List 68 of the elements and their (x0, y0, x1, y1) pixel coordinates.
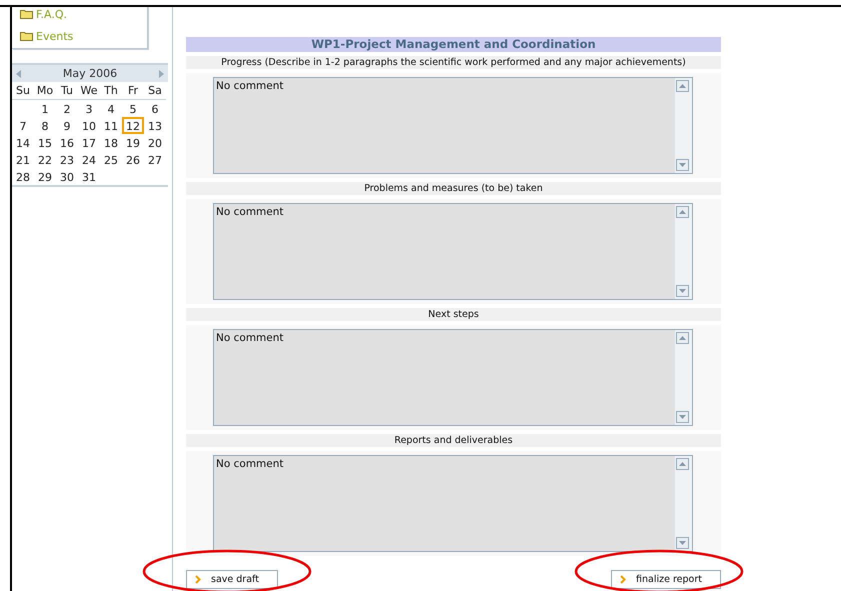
calendar-day[interactable]: 1 (34, 100, 56, 117)
scrollbar[interactable] (675, 78, 692, 173)
calendar-day[interactable]: 31 (78, 168, 100, 185)
weekday-label: Mo (34, 82, 56, 100)
weekday-label: Fr (122, 82, 144, 100)
calendar-day[interactable]: 20 (144, 134, 166, 151)
calendar-day[interactable]: 21 (12, 151, 34, 168)
calendar-day[interactable]: 17 (78, 134, 100, 151)
weekday-label: Sa (144, 82, 166, 100)
calendar-day[interactable]: 3 (78, 100, 100, 117)
calendar-day[interactable]: 16 (56, 134, 78, 151)
folder-icon (20, 31, 33, 41)
scroll-down-icon[interactable] (676, 537, 689, 549)
section-label: Problems and measures (to be) taken (186, 182, 721, 195)
comment-textarea[interactable]: No comment (213, 329, 693, 426)
scroll-up-icon[interactable] (676, 206, 689, 218)
weekday-label: Tu (56, 82, 78, 100)
calendar-day[interactable]: 14 (12, 134, 34, 151)
calendar-day[interactable]: 26 (122, 151, 144, 168)
scrollbar[interactable] (675, 204, 692, 299)
calendar-day[interactable]: 22 (34, 151, 56, 168)
comment-textarea[interactable]: No comment (213, 455, 693, 552)
calendar-day[interactable]: 15 (34, 134, 56, 151)
right-arrow-icon[interactable] (158, 70, 164, 78)
section-label: Next steps (186, 308, 721, 321)
comment-textarea[interactable]: No comment (213, 77, 693, 174)
finalize-report-button[interactable]: finalize report (611, 570, 721, 589)
scrollbar[interactable] (675, 456, 692, 551)
left-arrow-icon[interactable] (16, 70, 21, 78)
calendar-day[interactable]: 4 (100, 100, 122, 117)
calendar-day[interactable]: 23 (56, 151, 78, 168)
calendar-day[interactable]: 24 (78, 151, 100, 168)
calendar-day[interactable]: 18 (100, 134, 122, 151)
save-draft-button[interactable]: save draft (186, 570, 278, 589)
scrollbar[interactable] (675, 330, 692, 425)
weekday-label: Th (100, 82, 122, 100)
section-label: Reports and deliverables (186, 434, 721, 447)
calendar-day[interactable]: 25 (100, 151, 122, 168)
section-label: Progress (Describe in 1-2 paragraphs the scientific work performed and any major achievements) (186, 56, 721, 69)
weekday-label: Su (12, 82, 34, 100)
scroll-down-icon[interactable] (676, 411, 689, 423)
calendar-day[interactable]: 6 (144, 100, 166, 117)
calendar-day[interactable]: 30 (56, 168, 78, 185)
calendar-day[interactable]: 8 (34, 117, 56, 134)
calendar-day[interactable]: 27 (144, 151, 166, 168)
calendar-day[interactable]: 19 (122, 134, 144, 151)
folder-icon (20, 9, 33, 19)
calendar-day[interactable]: 10 (78, 117, 100, 134)
calendar-day[interactable]: 13 (144, 117, 166, 134)
calendar-day[interactable]: 29 (34, 168, 56, 185)
scroll-up-icon[interactable] (676, 80, 689, 92)
form-title: WP1-Project Management and Coordination (186, 37, 721, 52)
calendar-day[interactable]: 7 (12, 117, 34, 134)
scroll-down-icon[interactable] (676, 285, 689, 297)
calendar-day[interactable]: 9 (56, 117, 78, 134)
scroll-up-icon[interactable] (676, 332, 689, 344)
calendar-day[interactable]: 11 (100, 117, 122, 134)
calendar-day[interactable]: 12 (122, 117, 144, 134)
comment-textarea[interactable]: No comment (213, 203, 693, 300)
scroll-up-icon[interactable] (676, 458, 689, 470)
chevron-icon (195, 575, 201, 584)
calendar-month: May 2006 (62, 67, 118, 80)
calendar-day[interactable]: 2 (56, 100, 78, 117)
calendar-day[interactable]: 28 (12, 168, 34, 185)
calendar-day[interactable]: 5 (122, 100, 144, 117)
chevron-icon (620, 575, 626, 584)
scroll-down-icon[interactable] (676, 159, 689, 171)
weekday-label: We (78, 82, 100, 100)
